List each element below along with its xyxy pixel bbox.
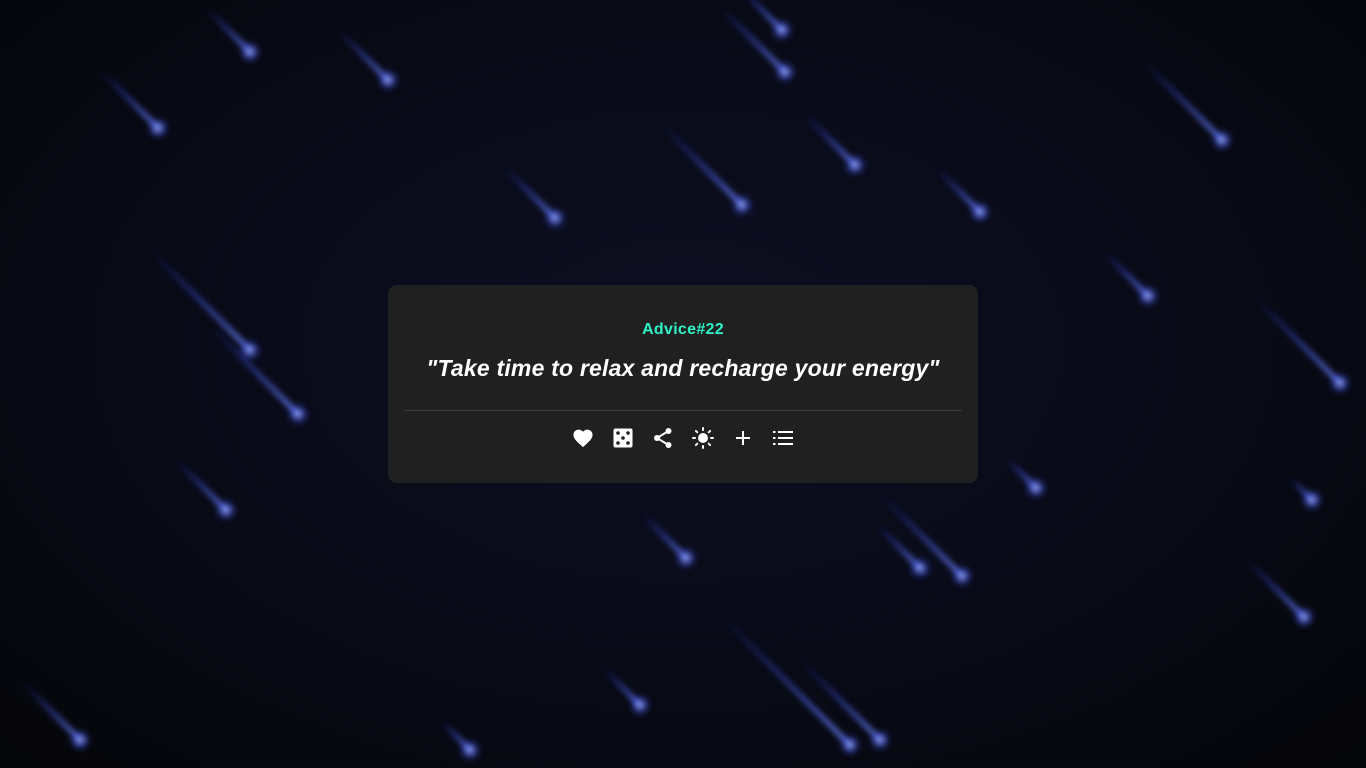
meteor-head — [839, 734, 861, 756]
advice-quote: "Take time to relax and recharge your en… — [426, 355, 940, 381]
meteor-head — [869, 729, 891, 751]
favorite-button[interactable] — [572, 427, 594, 449]
meteor-head — [69, 729, 91, 751]
meteor-trail — [717, 612, 853, 748]
advice-number: Advice#22 — [642, 321, 724, 338]
meteor-head — [377, 69, 399, 91]
meteor-head — [459, 739, 481, 761]
dice-icon — [613, 428, 633, 448]
add-button[interactable] — [732, 427, 754, 449]
meteor-head — [287, 403, 309, 425]
meteor-head — [1137, 285, 1159, 307]
meteor-head — [1293, 606, 1315, 628]
meteor-trail — [1243, 556, 1307, 620]
meteor-head — [1301, 489, 1323, 511]
meteor-trail — [146, 246, 253, 353]
meteor-head — [774, 61, 796, 83]
sun-icon — [692, 427, 714, 449]
action-bar — [388, 427, 978, 449]
meteor-trail — [660, 123, 745, 208]
meteor-head — [629, 694, 651, 716]
advice-card: Advice#22 "Take time to relax and rechar… — [388, 285, 978, 483]
meteor-trail — [97, 67, 161, 131]
meteor-head — [909, 557, 931, 579]
meteor-trail — [798, 658, 883, 743]
meteor-head — [771, 19, 793, 41]
meteor-head — [969, 201, 991, 223]
meteor-head — [675, 547, 697, 569]
meteor-head — [147, 117, 169, 139]
meteor-trail — [1251, 294, 1343, 386]
divider — [404, 410, 962, 411]
list-icon — [773, 431, 793, 445]
meteor-head — [544, 207, 566, 229]
meteor-trail — [1140, 58, 1225, 143]
list-button[interactable] — [772, 427, 794, 449]
meteor-trail — [717, 4, 788, 75]
plus-icon — [736, 431, 750, 445]
meteor-head — [844, 154, 866, 176]
meteor-head — [1025, 477, 1047, 499]
theme-toggle-button[interactable] — [692, 427, 714, 449]
heart-icon — [573, 429, 593, 448]
share-icon — [654, 428, 672, 448]
random-advice-button[interactable] — [612, 427, 634, 449]
share-button[interactable] — [652, 427, 674, 449]
meteor-trail — [19, 679, 83, 743]
meteor-head — [1329, 372, 1351, 394]
meteor-head — [731, 194, 753, 216]
meteor-head — [239, 41, 261, 63]
meteor-head — [951, 565, 973, 587]
meteor-head — [215, 499, 237, 521]
meteor-head — [1211, 129, 1233, 151]
